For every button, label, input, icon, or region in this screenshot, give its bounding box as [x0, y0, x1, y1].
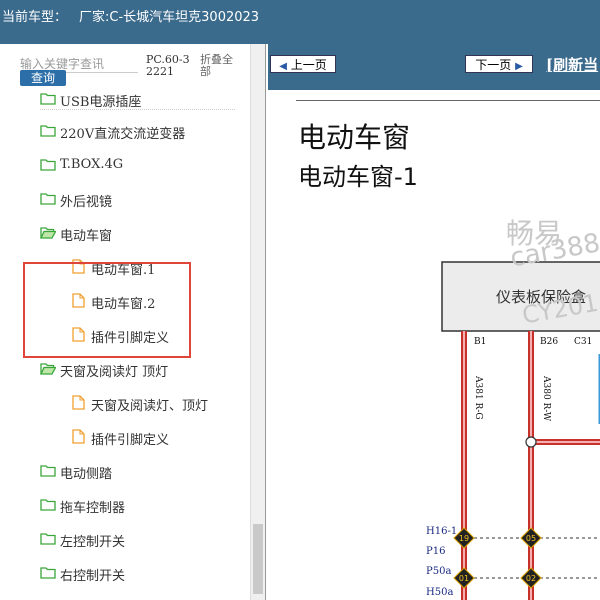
wire-label-left: A381 R-G	[473, 375, 483, 420]
terminal-02-label: 02	[526, 574, 536, 583]
pin-b26: B26	[540, 337, 558, 347]
terminal-05: 05	[520, 527, 542, 549]
tree-item-left-switch[interactable]: 左控制开关	[40, 528, 235, 550]
tree-item-label: 左控制开关	[60, 535, 126, 550]
folder-icon	[40, 499, 56, 511]
terminal-19-label: 19	[459, 534, 469, 543]
window-title: 当前车型： 厂家:C-长城汽车坦克3002023	[2, 6, 259, 25]
tree-item-usb[interactable]: USB电源插座	[40, 88, 235, 110]
tree-item-sunroof[interactable]: 天窗及阅读灯 顶灯	[40, 358, 235, 380]
folder-icon	[40, 159, 56, 171]
document-icon	[72, 395, 85, 410]
tree-item-label: 天窗及阅读灯、顶灯	[91, 399, 209, 414]
tree-item-label: 外后视镜	[60, 195, 113, 210]
document-icon	[72, 429, 85, 444]
wire-label-right: A380 R-W	[541, 375, 551, 422]
tree-item-sunroof-doc[interactable]: 天窗及阅读灯、顶灯	[72, 392, 237, 414]
connector-h16-1: H16-1	[426, 526, 457, 537]
folder-icon	[40, 125, 56, 137]
folder-icon	[40, 93, 56, 105]
open-folder-icon	[40, 363, 56, 375]
left-panel: 查询 PC.60-32221 折叠全部 USB电源插座 220V直流交流逆变器 …	[0, 44, 266, 600]
tree-item-label: 电动侧踏	[60, 467, 113, 482]
folder-icon	[40, 567, 56, 579]
row-divider	[40, 109, 235, 110]
terminal-01-label: 01	[459, 574, 469, 583]
splice-point	[525, 436, 537, 448]
tree-item-tbox[interactable]: T.BOX.4G	[40, 154, 235, 176]
tree-item-power-window[interactable]: 电动车窗	[40, 222, 190, 244]
folder-icon	[40, 465, 56, 477]
tree-item-label: 插件引脚定义	[91, 433, 170, 448]
tree-item-label: USB电源插座	[60, 95, 142, 110]
terminal-05-label: 05	[526, 534, 536, 543]
connector-h50a: H50a	[426, 587, 453, 598]
tree-item-label: T.BOX.4G	[60, 157, 124, 172]
current-model-label: 当前车型：	[2, 10, 68, 25]
folder-icon	[40, 533, 56, 545]
tree-item-label: 电动车窗	[60, 229, 113, 244]
scrollbar-thumb[interactable]	[253, 524, 263, 594]
pin-c31: C31	[574, 337, 592, 347]
tree-item-label: 拖车控制器	[60, 501, 126, 516]
tree-item-label: 右控制开关	[60, 569, 126, 584]
collapse-all-link[interactable]: 折叠全部	[200, 54, 240, 78]
tree-item-label: 220V直流交流逆变器	[60, 127, 186, 142]
tree-item-sunroof-pins[interactable]: 插件引脚定义	[72, 426, 232, 448]
tree-scrollbar[interactable]	[250, 44, 265, 600]
connector-p16: P16	[426, 546, 445, 557]
title-bar: 当前车型： 厂家:C-长城汽车坦克3002023	[0, 0, 600, 44]
tree-item-power-step[interactable]: 电动侧踏	[40, 460, 235, 482]
model-code: PC.60-32221	[146, 53, 190, 78]
tree-item-label: 天窗及阅读灯 顶灯	[60, 365, 169, 380]
document-panel: ◀ 上一页 下一页 ▶ [刷新当 电动车窗 电动车窗-1 仪表板保险盒 B1 B…	[268, 44, 600, 600]
tree-item-inverter[interactable]: 220V直流交流逆变器	[40, 120, 235, 142]
tree-item-right-switch[interactable]: 右控制开关	[40, 562, 235, 584]
search-button[interactable]: 查询	[20, 70, 66, 86]
manufacturer-label: 厂家:C-长城汽车坦克3002023	[79, 10, 260, 25]
pin-b1: B1	[474, 337, 486, 347]
terminal-02: 02	[520, 567, 542, 589]
connector-p50a: P50a	[426, 566, 451, 577]
selection-highlight	[23, 262, 191, 358]
tree-item-trailer[interactable]: 拖车控制器	[40, 494, 235, 516]
folder-icon	[40, 193, 56, 205]
terminal-01: 01	[453, 567, 475, 589]
open-folder-icon	[40, 227, 56, 239]
tree-item-mirror[interactable]: 外后视镜	[40, 188, 235, 210]
